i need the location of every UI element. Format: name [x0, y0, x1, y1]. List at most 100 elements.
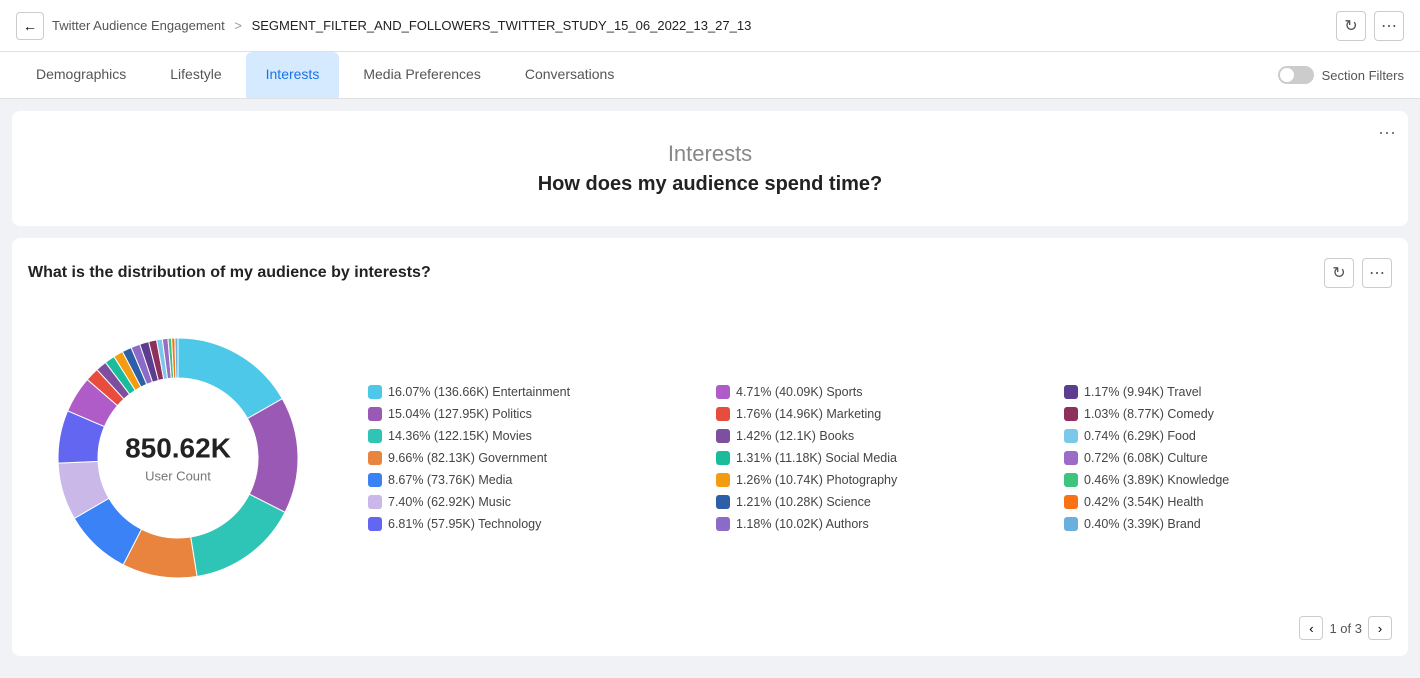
- chart-refresh-button[interactable]: ↻: [1324, 258, 1354, 288]
- legend-item: 0.72% (6.08K) Culture: [1064, 451, 1392, 465]
- legend-color-dot: [368, 473, 382, 487]
- legend-color-dot: [716, 385, 730, 399]
- tabs-container: DemographicsLifestyleInterestsMedia Pref…: [16, 52, 634, 98]
- legend-color-dot: [1064, 517, 1078, 531]
- section-filters: Section Filters: [1278, 66, 1404, 84]
- pagination-label: 1 of 3: [1329, 621, 1362, 636]
- legend-item: 8.67% (73.76K) Media: [368, 473, 696, 487]
- legend-text: 1.03% (8.77K) Comedy: [1084, 407, 1214, 421]
- more-options-button[interactable]: ⋯: [1374, 11, 1404, 41]
- legend-color-dot: [716, 429, 730, 443]
- breadcrumb: Twitter Audience Engagement > SEGMENT_FI…: [52, 18, 751, 33]
- legend-color-dot: [1064, 473, 1078, 487]
- hero-more-button[interactable]: ⋯: [1378, 123, 1396, 144]
- legend-color-dot: [716, 407, 730, 421]
- back-button[interactable]: ←: [16, 12, 44, 40]
- section-filters-toggle[interactable]: [1278, 66, 1314, 84]
- legend-item: 1.03% (8.77K) Comedy: [1064, 407, 1392, 421]
- legend-item: 14.36% (122.15K) Movies: [368, 429, 696, 443]
- legend-text: 1.42% (12.1K) Books: [736, 429, 854, 443]
- donut-chart: 850.62K User Count: [28, 308, 328, 608]
- pagination: ‹ 1 of 3 ›: [28, 608, 1392, 640]
- legend-color-dot: [716, 517, 730, 531]
- legend-color-dot: [1064, 451, 1078, 465]
- legend-item: 6.81% (57.95K) Technology: [368, 517, 696, 531]
- legend-color-dot: [1064, 495, 1078, 509]
- header-left: ← Twitter Audience Engagement > SEGMENT_…: [16, 12, 751, 40]
- chart-body: 850.62K User Count 16.07% (136.66K) Ente…: [28, 308, 1392, 608]
- chart-header: What is the distribution of my audience …: [28, 258, 1392, 288]
- legend-text: 0.74% (6.29K) Food: [1084, 429, 1196, 443]
- legend-text: 16.07% (136.66K) Entertainment: [388, 385, 570, 399]
- legend-item: 7.40% (62.92K) Music: [368, 495, 696, 509]
- legend-item: 1.21% (10.28K) Science: [716, 495, 1044, 509]
- legend-item: 0.40% (3.39K) Brand: [1064, 517, 1392, 531]
- legend-color-dot: [368, 429, 382, 443]
- legend-text: 1.76% (14.96K) Marketing: [736, 407, 881, 421]
- legend-text: 7.40% (62.92K) Music: [388, 495, 511, 509]
- legend-text: 14.36% (122.15K) Movies: [388, 429, 532, 443]
- donut-center: 850.62K User Count: [125, 433, 231, 484]
- legend-item: 1.26% (10.74K) Photography: [716, 473, 1044, 487]
- legend-item: 1.31% (11.18K) Social Media: [716, 451, 1044, 465]
- refresh-button[interactable]: ↻: [1336, 11, 1366, 41]
- next-page-button[interactable]: ›: [1368, 616, 1392, 640]
- legend-item: 0.74% (6.29K) Food: [1064, 429, 1392, 443]
- hero-section: ⋯ Interests How does my audience spend t…: [12, 111, 1408, 226]
- legend-color-dot: [368, 495, 382, 509]
- tab-lifestyle[interactable]: Lifestyle: [150, 52, 241, 98]
- legend-text: 1.26% (10.74K) Photography: [736, 473, 897, 487]
- legend-item: 1.18% (10.02K) Authors: [716, 517, 1044, 531]
- legend-item: 1.42% (12.1K) Books: [716, 429, 1044, 443]
- legend: 16.07% (136.66K) Entertainment 4.71% (40.…: [368, 385, 1392, 531]
- tab-demographics[interactable]: Demographics: [16, 52, 146, 98]
- legend-item: 0.42% (3.54K) Health: [1064, 495, 1392, 509]
- legend-item: 4.71% (40.09K) Sports: [716, 385, 1044, 399]
- legend-text: 9.66% (82.13K) Government: [388, 451, 547, 465]
- prev-page-button[interactable]: ‹: [1299, 616, 1323, 640]
- breadcrumb-parent: Twitter Audience Engagement: [52, 18, 225, 33]
- legend-text: 0.46% (3.89K) Knowledge: [1084, 473, 1229, 487]
- chart-section: What is the distribution of my audience …: [12, 238, 1408, 656]
- legend-color-dot: [1064, 407, 1078, 421]
- legend-color-dot: [716, 495, 730, 509]
- breadcrumb-separator: >: [234, 18, 242, 33]
- legend-color-dot: [368, 517, 382, 531]
- legend-text: 1.31% (11.18K) Social Media: [736, 451, 897, 465]
- chart-more-button[interactable]: ⋯: [1362, 258, 1392, 288]
- hero-subtitle: How does my audience spend time?: [28, 173, 1392, 196]
- legend-text: 6.81% (57.95K) Technology: [388, 517, 541, 531]
- legend-color-dot: [368, 385, 382, 399]
- legend-color-dot: [368, 451, 382, 465]
- legend-text: 0.42% (3.54K) Health: [1084, 495, 1204, 509]
- toggle-knob: [1280, 68, 1294, 82]
- legend-text: 8.67% (73.76K) Media: [388, 473, 512, 487]
- donut-label: User Count: [125, 469, 231, 484]
- tabs-bar: DemographicsLifestyleInterestsMedia Pref…: [0, 52, 1420, 99]
- tab-media-preferences[interactable]: Media Preferences: [343, 52, 501, 98]
- legend-color-dot: [1064, 429, 1078, 443]
- legend-color-dot: [1064, 385, 1078, 399]
- header: ← Twitter Audience Engagement > SEGMENT_…: [0, 0, 1420, 52]
- chart-actions: ↻ ⋯: [1324, 258, 1392, 288]
- breadcrumb-current: SEGMENT_FILTER_AND_FOLLOWERS_TWITTER_STU…: [252, 18, 752, 33]
- tab-conversations[interactable]: Conversations: [505, 52, 635, 98]
- legend-item: 16.07% (136.66K) Entertainment: [368, 385, 696, 399]
- legend-text: 1.21% (10.28K) Science: [736, 495, 871, 509]
- legend-text: 0.40% (3.39K) Brand: [1084, 517, 1201, 531]
- section-filters-label: Section Filters: [1322, 68, 1404, 83]
- legend-color-dot: [716, 451, 730, 465]
- legend-text: 1.18% (10.02K) Authors: [736, 517, 869, 531]
- legend-text: 15.04% (127.95K) Politics: [388, 407, 532, 421]
- legend-color-dot: [368, 407, 382, 421]
- legend-item: 9.66% (82.13K) Government: [368, 451, 696, 465]
- legend-text: 4.71% (40.09K) Sports: [736, 385, 862, 399]
- legend-item: 15.04% (127.95K) Politics: [368, 407, 696, 421]
- legend-item: 0.46% (3.89K) Knowledge: [1064, 473, 1392, 487]
- legend-color-dot: [716, 473, 730, 487]
- legend-text: 0.72% (6.08K) Culture: [1084, 451, 1208, 465]
- hero-title: Interests: [28, 141, 1392, 167]
- legend-item: 1.76% (14.96K) Marketing: [716, 407, 1044, 421]
- header-right: ↻ ⋯: [1336, 11, 1404, 41]
- tab-interests[interactable]: Interests: [246, 52, 340, 98]
